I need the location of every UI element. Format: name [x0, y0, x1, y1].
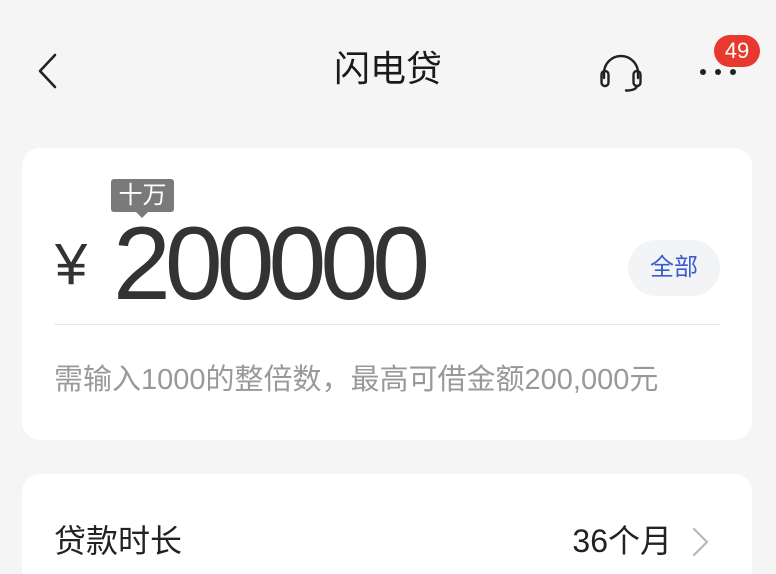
- loan-term-card: 贷款时长 36个月: [22, 474, 752, 574]
- amount-hint: 需输入1000的整倍数，最高可借金额200,000元: [54, 364, 659, 396]
- page-title: 闪电贷: [333, 48, 442, 89]
- borrow-all-button[interactable]: 全部: [628, 240, 720, 296]
- nav-bar: 闪电贷 49: [0, 0, 776, 120]
- currency-symbol: ¥: [55, 232, 88, 297]
- headset-icon: [600, 54, 642, 92]
- loan-amount-card: 十万 ¥ 200000 全部 需输入1000的整倍数，最高可借金额200,000…: [22, 148, 752, 440]
- loan-term-row[interactable]: 贷款时长 36个月: [22, 474, 752, 574]
- back-button[interactable]: [28, 48, 68, 94]
- divider: [54, 324, 720, 325]
- message-count-badge: 49: [714, 35, 760, 67]
- loan-amount-input[interactable]: 200000: [113, 212, 430, 316]
- loan-term-label: 贷款时长: [54, 523, 183, 559]
- chevron-left-icon: [38, 53, 57, 89]
- chevron-right-icon: [692, 527, 709, 557]
- customer-service-button[interactable]: [598, 48, 644, 94]
- loan-term-value: 36个月: [572, 523, 672, 559]
